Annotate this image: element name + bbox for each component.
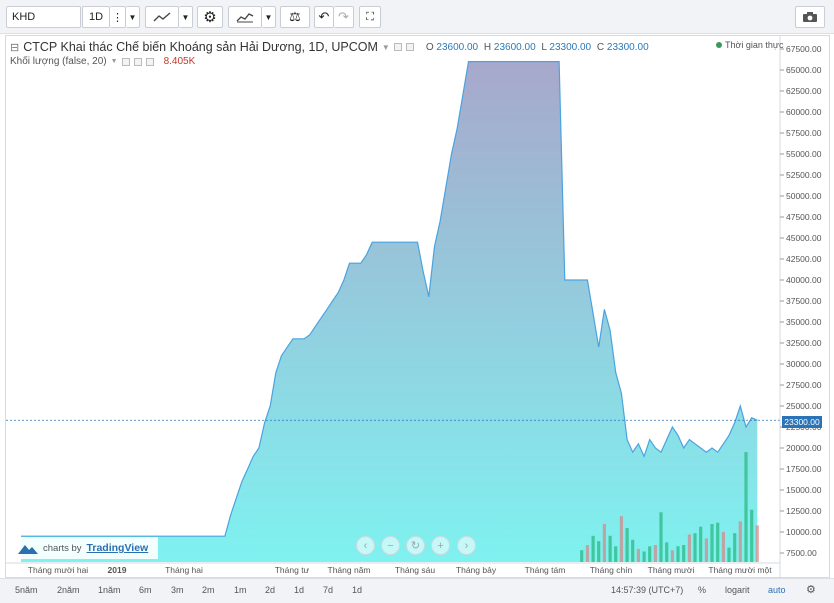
undo-button[interactable]: ↶ [314,6,334,28]
collapse-icon[interactable]: ⊟ [10,41,19,54]
camera-icon [803,12,817,22]
tradingview-link[interactable]: TradingView [87,542,149,554]
scale-icon: ⚖ [289,9,301,24]
high-value: 23600.00 [493,41,536,53]
redo-button[interactable]: ↷ [334,6,354,28]
dots-icon: ⋮ [112,11,123,24]
realtime-label: Thời gian thực [725,40,784,50]
eye-icon[interactable] [393,43,402,51]
indicators-dropdown[interactable]: ▼ [262,6,276,28]
chevron-down-icon: ▼ [181,12,190,22]
eye-icon[interactable] [121,57,130,66]
chevron-down-icon: ▼ [128,12,137,22]
auto-toggle[interactable]: auto [768,585,786,595]
chevron-down-icon: ▼ [264,12,273,22]
symbol-input[interactable]: KHD [6,6,81,28]
chart-style-dropdown[interactable]: ▼ [179,6,193,28]
compare-button[interactable]: ⚖ [280,6,310,28]
range-1m-button[interactable]: 1m [234,585,247,595]
scroll-right-button[interactable]: › [457,536,476,555]
chevron-right-icon: › [464,539,469,552]
screenshot-button[interactable] [795,6,825,28]
chevron-down-icon[interactable]: ▼ [111,58,118,65]
range-1d-button[interactable]: 1d [294,585,304,595]
close-label: C [596,41,605,53]
low-value: 23300.00 [549,41,592,53]
chevron-down-icon[interactable]: ▼ [382,43,390,52]
chart-style-button[interactable] [145,6,179,28]
low-label: L [541,41,547,53]
interval-menu-button[interactable]: ⋮ [110,6,126,28]
plus-icon: + [437,539,444,552]
minus-icon: − [387,539,394,552]
interval-button[interactable]: 1D [82,6,110,28]
volume-label: Khối lượng (false, 20) [10,56,107,67]
undo-icon: ↶ [318,9,330,24]
settings-button[interactable]: ⚙ [197,6,223,28]
fullscreen-icon: ⛶ [366,10,374,23]
range-6m-button[interactable]: 6m [139,585,152,595]
range-2m-button[interactable]: 2m [202,585,215,595]
open-value: 23600.00 [436,41,479,53]
close-value: 23300.00 [606,41,649,53]
badge-prefix: charts by [43,542,82,554]
chart-title: CTCP Khai thác Chế biến Khoáng sản Hải D… [23,40,378,54]
settings-icon[interactable] [405,43,414,51]
gear-icon: ⚙ [203,9,217,26]
open-label: O [425,41,434,53]
zoom-in-button[interactable]: + [431,536,450,555]
top-toolbar: KHD 1D ⋮ ▼ ▼ ⚙ ▼ ⚖ ↶ ↷ ⛶ [0,0,834,34]
last-price-tag: 23300.00 [782,416,822,428]
chevron-left-icon: ‹ [363,539,368,552]
volume-value: 8.405K [163,56,196,67]
interval-dropdown[interactable]: ▼ [126,6,140,28]
ohlc-values: O 23600.00 H 23600.00 L 23300.00 C 23300… [426,42,652,53]
percent-toggle[interactable]: % [698,585,706,595]
reset-icon: ↻ [410,540,421,552]
bottom-toolbar: 5năm 2năm 1năm 6m 3m 2m 1m 2d 1d 7d 1d 1… [0,578,834,603]
reset-button[interactable]: ↻ [406,536,425,555]
chart-area[interactable] [5,35,830,578]
clock-readout: 14:57:39 (UTC+7) [611,585,684,595]
close-icon[interactable] [145,57,154,66]
high-label: H [483,41,492,53]
range-3m-button[interactable]: 3m [171,585,184,595]
zoom-out-button[interactable]: − [381,536,400,555]
gear-icon[interactable]: ⚙ [806,583,816,596]
realtime-indicator: Thời gian thực [716,40,783,50]
tradingview-logo-icon [18,545,38,554]
line-chart-icon [153,12,171,22]
log-toggle[interactable]: logarit [725,585,750,595]
range-5y-button[interactable]: 5năm [15,585,38,595]
volume-legend: Khối lượng (false, 20) ▼ 8.405K [10,56,195,67]
indicators-icon [236,13,254,23]
redo-icon: ↷ [338,9,349,24]
status-dot-icon [716,42,722,48]
scroll-left-button[interactable]: ‹ [356,536,375,555]
range-2d-button[interactable]: 2d [265,585,275,595]
fullscreen-button[interactable]: ⛶ [359,6,381,28]
indicators-button[interactable] [228,6,262,28]
range-7d-button[interactable]: 7d [323,585,333,595]
range-1y-button[interactable]: 1năm [98,585,121,595]
range-2y-button[interactable]: 2năm [57,585,80,595]
settings-icon[interactable] [133,57,142,66]
range-1d-alt-button[interactable]: 1d [352,585,362,595]
chart-legend: ⊟ CTCP Khai thác Chế biến Khoáng sản Hải… [10,40,652,54]
tradingview-badge[interactable]: charts by TradingView [12,537,158,559]
